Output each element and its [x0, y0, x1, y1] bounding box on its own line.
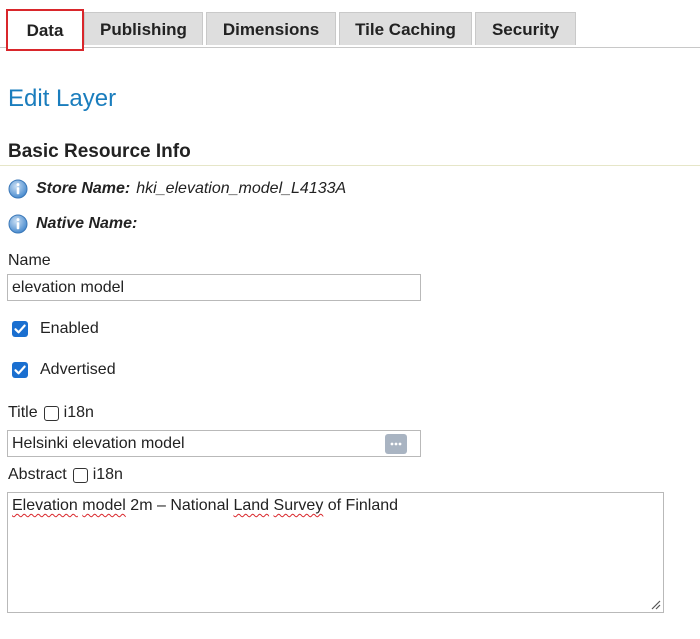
misspelled-word: Land [233, 497, 270, 514]
title-i18n-label: i18n [63, 404, 94, 421]
abstract-text: Elevation model 2m – National Land Surve… [12, 497, 398, 514]
abstract-textarea[interactable]: Elevation model 2m – National Land Surve… [7, 492, 664, 613]
native-name-label: Native Name: [36, 215, 138, 232]
enabled-row: Enabled [12, 320, 99, 338]
tab-bar: Data Publishing Dimensions Tile Caching … [0, 0, 700, 51]
name-input[interactable] [7, 274, 421, 301]
title-label-row: Title i18n [8, 404, 94, 422]
section-divider [0, 165, 700, 166]
enabled-label: Enabled [40, 320, 99, 337]
advertised-label: Advertised [40, 361, 116, 378]
more-options-button[interactable] [385, 434, 407, 454]
misspelled-word: Elevation [12, 497, 78, 514]
title-label: Title [8, 404, 38, 421]
abstract-text-segment: of Finland [323, 497, 399, 514]
edit-layer-page: Data Publishing Dimensions Tile Caching … [0, 0, 700, 639]
tab-dimensions[interactable]: Dimensions [206, 12, 336, 45]
tab-publishing[interactable]: Publishing [84, 12, 203, 45]
abstract-i18n-checkbox[interactable] [72, 467, 88, 483]
page-title: Edit Layer [8, 85, 117, 112]
name-label: Name [8, 252, 51, 269]
store-name-row: Store Name: hki_elevation_model_L4133A [8, 178, 346, 200]
misspelled-word: Survey [273, 497, 324, 514]
title-i18n-checkbox[interactable] [43, 405, 59, 421]
abstract-text-segment: 2m – National [125, 497, 234, 514]
abstract-i18n-label: i18n [92, 466, 123, 483]
enabled-checkbox[interactable] [12, 321, 28, 337]
info-icon [8, 179, 28, 199]
store-name-label: Store Name: [36, 180, 131, 197]
advertised-checkbox[interactable] [12, 362, 28, 378]
misspelled-word: model [82, 497, 126, 514]
abstract-label-row: Abstract i18n [8, 466, 123, 484]
advertised-row: Advertised [12, 361, 116, 379]
native-name-row: Native Name: [8, 213, 143, 235]
info-icon [8, 214, 28, 234]
store-name-value: hki_elevation_model_L4133A [136, 180, 347, 197]
tab-data[interactable]: Data [6, 9, 84, 51]
title-input[interactable] [7, 430, 421, 457]
section-title: Basic Resource Info [8, 141, 191, 162]
resize-grip-icon[interactable] [649, 598, 661, 610]
tab-tile-caching[interactable]: Tile Caching [339, 12, 472, 45]
abstract-label: Abstract [8, 466, 67, 483]
tab-security[interactable]: Security [475, 12, 576, 45]
